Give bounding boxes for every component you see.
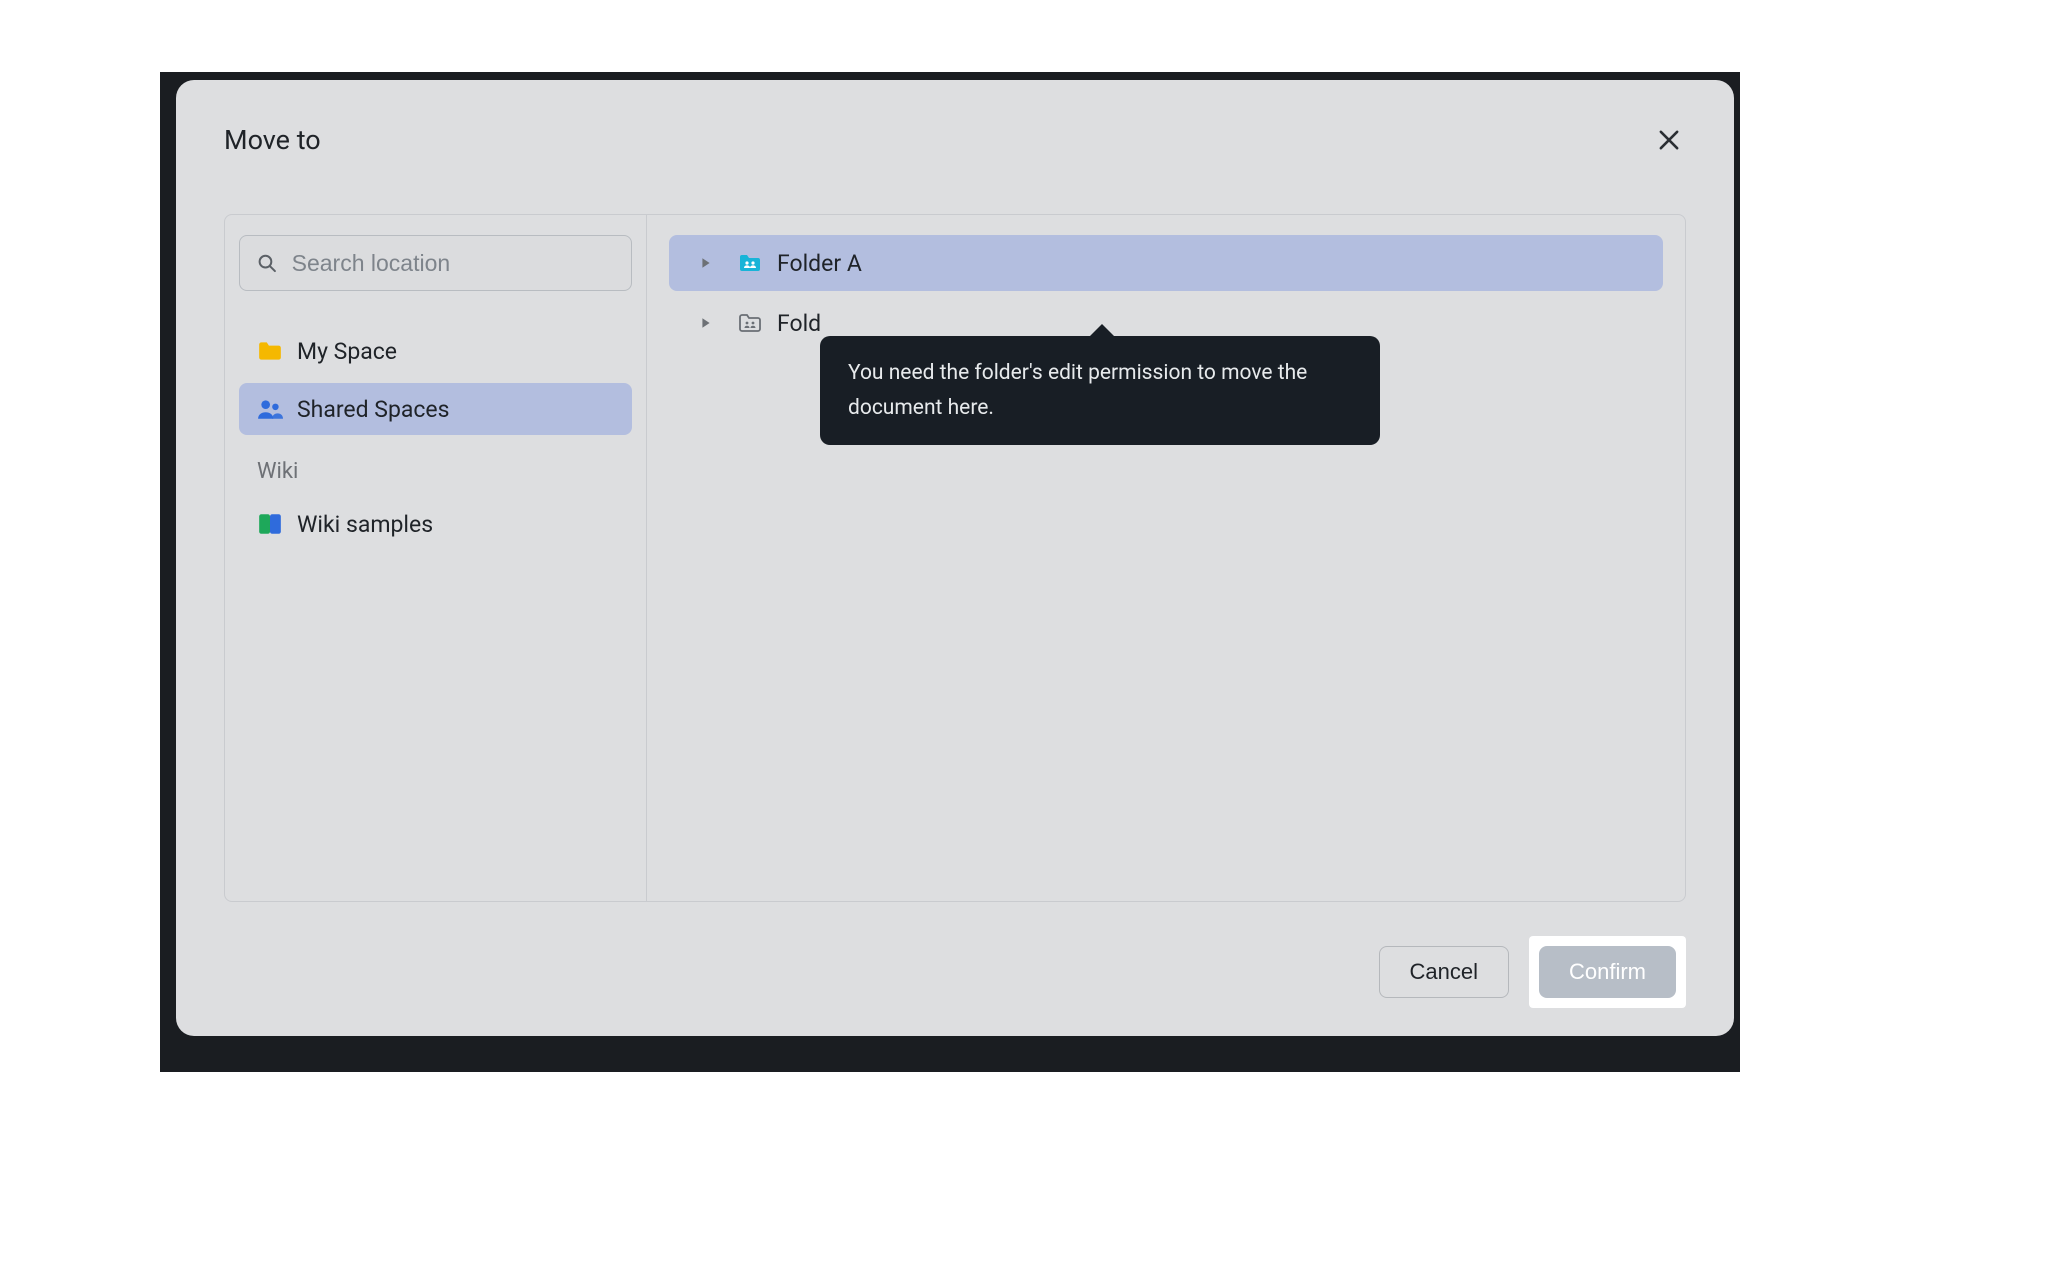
dialog-header: Move to [224, 120, 1686, 160]
close-icon [1655, 126, 1683, 154]
sidebar-item-label: Wiki samples [297, 511, 433, 538]
sidebar-item-my-space[interactable]: My Space [239, 325, 632, 377]
expand-caret[interactable] [699, 316, 713, 330]
search-icon [256, 251, 278, 275]
shared-folder-outline-icon [737, 310, 763, 336]
search-input[interactable] [292, 250, 615, 277]
shared-folder-icon [737, 250, 763, 276]
sidebar-item-label: Shared Spaces [297, 396, 449, 423]
wiki-icon [257, 511, 283, 537]
folder-list: Folder A Fold [647, 215, 1685, 901]
people-icon [257, 396, 283, 422]
dialog-title: Move to [224, 124, 321, 156]
sidebar-item-label: My Space [297, 338, 397, 365]
expand-caret[interactable] [699, 256, 713, 270]
sidebar-item-wiki-samples[interactable]: Wiki samples [239, 498, 632, 550]
folder-icon [257, 338, 283, 364]
sidebar-section-wiki: Wiki [239, 441, 632, 498]
close-button[interactable] [1652, 123, 1686, 157]
folder-label: Fold [777, 310, 821, 337]
permission-tooltip: You need the folder's edit permission to… [820, 336, 1380, 445]
confirm-button[interactable]: Confirm [1539, 946, 1676, 998]
cancel-button[interactable]: Cancel [1379, 946, 1509, 998]
chevron-right-icon [700, 317, 712, 329]
tooltip-text: You need the folder's edit permission to… [848, 361, 1307, 420]
chevron-right-icon [700, 257, 712, 269]
sidebar: My Space Shared Spaces Wiki Wiki samples [225, 215, 647, 901]
move-to-dialog: Move to My Space Shared Spaces [176, 80, 1734, 1036]
dialog-footer: Cancel Confirm [224, 902, 1686, 1008]
folder-label: Folder A [777, 250, 862, 277]
dialog-body: My Space Shared Spaces Wiki Wiki samples [224, 214, 1686, 902]
search-box[interactable] [239, 235, 632, 291]
folder-row-folder-a[interactable]: Folder A [669, 235, 1663, 291]
confirm-highlight-box: Confirm [1529, 936, 1686, 1008]
sidebar-item-shared-spaces[interactable]: Shared Spaces [239, 383, 632, 435]
